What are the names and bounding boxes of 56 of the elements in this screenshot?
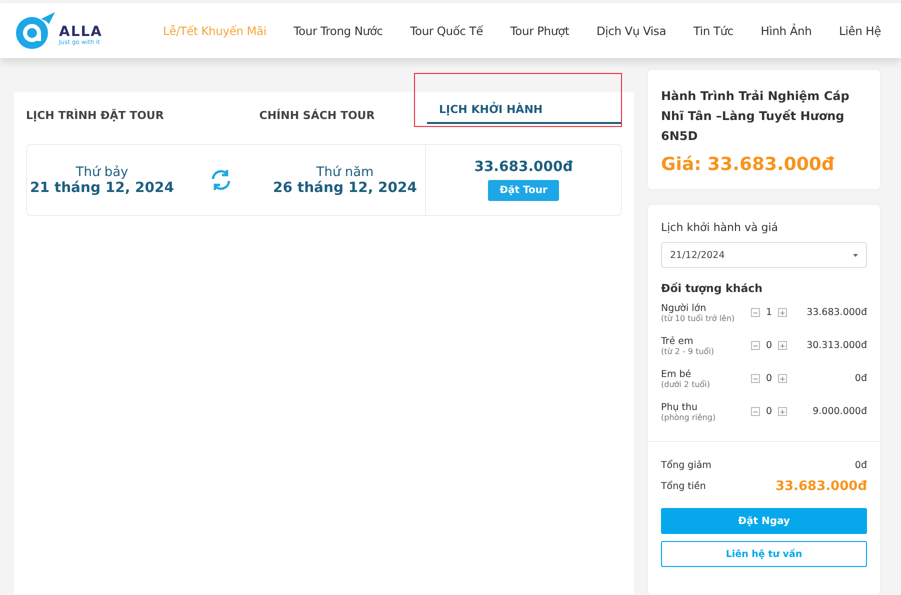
logo-icon [15,10,57,50]
decrease-button[interactable]: − [751,341,760,350]
date-value: 21/12/2024 [670,250,725,260]
guest-note: (từ 10 tuổi trở lên) [661,314,736,323]
book-tour-button[interactable]: Đặt Tour [488,180,560,201]
logo-text: ALLA [59,25,103,39]
increase-button[interactable]: + [778,341,788,350]
decrease-button[interactable]: − [751,374,760,383]
end-day: Thứ năm [316,164,374,180]
guest-count: 0 [766,373,772,384]
guest-type: Phụ thu [661,402,699,413]
increase-button[interactable]: + [778,374,788,383]
increase-button[interactable]: + [778,407,788,416]
start-day: Thứ bảy [76,164,128,180]
guest-type: Trẻ em [661,336,694,347]
nav-link[interactable]: Dịch Vụ Visa [596,24,666,38]
tab[interactable]: CHÍNH SÁCH TOUR [259,102,375,128]
total-label: Tổng tiền [661,481,706,492]
schedule-label: Lịch khởi hành và giá [661,221,778,234]
end-date: 26 tháng 12, 2024 [273,180,417,196]
nav-link[interactable]: Liên Hệ [839,24,881,38]
guest-count: 0 [766,340,772,351]
decrease-button[interactable]: − [751,407,760,416]
nav-link[interactable]: Tour Phượt [510,24,570,38]
swap-icon [210,169,232,191]
price-text: Giá: 33.683.000đ [661,154,834,175]
guest-price: 9.000.000đ [812,406,867,417]
guest-type: Người lớn [661,303,708,314]
nav-link[interactable]: Tour Trong Nước [294,24,383,38]
guest-note: (phòng riêng) [661,413,717,422]
start-date: 21 tháng 12, 2024 [30,180,174,196]
guest-price: 0đ [854,373,867,384]
nav-link[interactable]: Tin Tức [693,24,734,38]
guest-type: Em bé [661,369,692,380]
guest-price: 30.313.000đ [806,340,867,351]
dropdown-caret-icon [853,254,858,256]
total-value: 33.683.000đ [775,479,867,494]
tab[interactable]: LỊCH TRÌNH ĐẶT TOUR [26,102,164,128]
book-now-button[interactable]: Đặt Ngay [661,508,867,534]
guest-count: 0 [766,406,772,417]
nav-link[interactable]: Hình Ảnh [760,24,812,38]
decrease-button[interactable]: − [751,308,760,317]
guest-note: (từ 2 - 9 tuổi) [661,347,716,356]
guest-price: 33.683.000đ [806,307,867,318]
contact-button[interactable]: Liên hệ tư vấn [661,541,867,567]
nav-link[interactable]: Tour Quốc Tế [410,24,483,38]
guest-note: (dưới 2 tuổi) [661,380,712,389]
increase-button[interactable]: + [778,308,788,317]
guest-count: 1 [766,307,772,318]
tab[interactable]: LỊCH KHỞI HÀNH [427,96,621,124]
tour-price: 33.683.000đ [474,159,573,175]
discount-label: Tổng giảm [661,460,712,471]
discount-value: 0đ [854,460,867,471]
tour-title: Hành Trình Trải Nghiệm Cáp Nhĩ Tân –Làng Tuyết Hương 6N5D [661,89,850,143]
date-select[interactable]: 21/12/2024 [661,242,867,268]
guests-label: Đối tượng khách [661,282,762,295]
